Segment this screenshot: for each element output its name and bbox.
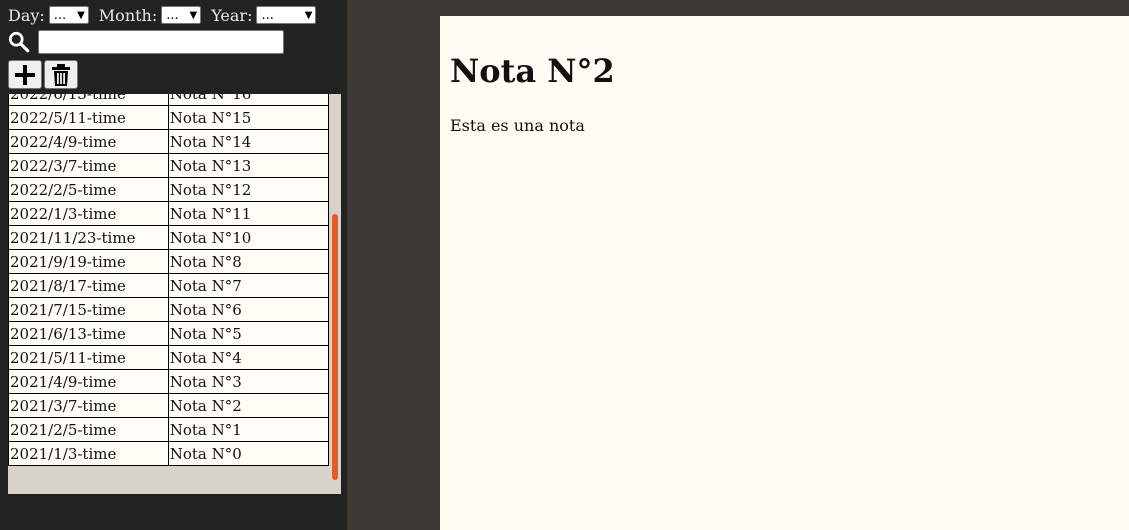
note-title-cell[interactable]: Nota N°8 [167, 249, 330, 274]
note-title-cell[interactable]: Nota N°1 [167, 417, 330, 442]
plus-icon [15, 64, 35, 85]
table-row[interactable]: 2022/1/3-time Nota N°11 [8, 201, 330, 226]
table-row[interactable]: 2021/1/3-time Nota N°0 [8, 441, 330, 466]
table-row[interactable]: 2021/6/13-time Nota N°5 [8, 321, 330, 346]
table-row[interactable]: 2021/3/7-time Nota N°2 [8, 393, 330, 418]
sidebar: Day: ... ▼ Month: ... ▼ Year: ... ▼ 2022… [0, 0, 347, 530]
table-row[interactable]: 2021/7/15-time Nota N°6 [8, 297, 330, 322]
table-row[interactable]: 2021/9/19-time Nota N°8 [8, 249, 330, 274]
delete-note-button[interactable] [44, 60, 78, 89]
year-select[interactable]: ... ▼ [256, 6, 317, 24]
day-label: Day: [8, 5, 45, 25]
note-title-cell[interactable]: Nota N°14 [167, 129, 330, 154]
day-select-value: ... [53, 7, 67, 23]
note-title-cell[interactable]: Nota N°6 [167, 297, 330, 322]
note-date-cell[interactable]: 2022/5/11-time [8, 105, 169, 130]
table-row[interactable]: 2022/5/11-time Nota N°15 [8, 105, 330, 130]
note-title: Nota N°2 [450, 52, 615, 90]
note-date-cell[interactable]: 2022/1/3-time [8, 201, 169, 226]
note-date-cell[interactable]: 2021/8/17-time [8, 273, 169, 298]
scrollbar-thumb[interactable] [332, 214, 338, 480]
year-label: Year: [211, 5, 253, 25]
note-title-cell[interactable]: Nota N°11 [167, 201, 330, 226]
chevron-down-icon: ▼ [189, 9, 198, 21]
month-select-value: ... [166, 7, 179, 23]
note-title-cell[interactable]: Nota N°5 [167, 321, 330, 346]
notes-table: 2022/6/13-timeNota N°162022/5/11-timeNot… [8, 94, 330, 466]
note-title-cell[interactable]: Nota N°16 [167, 94, 330, 106]
table-row[interactable]: 2021/2/5-time Nota N°1 [8, 417, 330, 442]
note-date-cell[interactable]: 2022/4/9-time [8, 129, 169, 154]
table-row[interactable]: 2022/3/7-time Nota N°13 [8, 153, 330, 178]
table-row[interactable]: 2022/4/9-time Nota N°14 [8, 129, 330, 154]
note-date-cell[interactable]: 2022/3/7-time [8, 153, 169, 178]
chevron-down-icon: ▼ [304, 9, 313, 21]
note-date-cell[interactable]: 2021/11/23-time [8, 225, 169, 250]
note-date-cell[interactable]: 2022/6/13-time [8, 94, 169, 106]
chevron-down-icon: ▼ [77, 9, 85, 21]
note-date-cell[interactable]: 2021/4/9-time [8, 369, 169, 394]
note-body: Esta es una nota [450, 116, 585, 135]
date-filters: Day: ... ▼ Month: ... ▼ Year: ... ▼ [8, 4, 326, 26]
note-date-cell[interactable]: 2021/9/19-time [8, 249, 169, 274]
month-select[interactable]: ... ▼ [161, 6, 202, 24]
search-input[interactable] [38, 30, 284, 54]
toolbar [8, 60, 80, 89]
note-date-cell[interactable]: 2021/5/11-time [8, 345, 169, 370]
note-date-cell[interactable]: 2021/1/3-time [8, 441, 169, 466]
note-title-cell[interactable]: Nota N°10 [167, 225, 330, 250]
note-title-cell[interactable]: Nota N°0 [167, 441, 330, 466]
note-title-cell[interactable]: Nota N°4 [167, 345, 330, 370]
note-date-cell[interactable]: 2021/7/15-time [8, 297, 169, 322]
search-bar [8, 30, 284, 54]
note-date-cell[interactable]: 2021/2/5-time [8, 417, 169, 442]
table-row[interactable]: 2021/4/9-time Nota N°3 [8, 369, 330, 394]
month-label: Month: [98, 5, 158, 25]
notes-list[interactable]: 2022/6/13-timeNota N°162022/5/11-timeNot… [8, 94, 341, 494]
table-row[interactable]: 2021/11/23-time Nota N°10 [8, 225, 330, 250]
note-title-cell[interactable]: Nota N°3 [167, 369, 330, 394]
note-date-cell[interactable]: 2021/3/7-time [8, 393, 169, 418]
add-note-button[interactable] [8, 60, 42, 89]
table-row[interactable]: 2021/5/11-time Nota N°4 [8, 345, 330, 370]
note-title-cell[interactable]: Nota N°12 [167, 177, 330, 202]
trash-icon [52, 63, 70, 86]
note-title-cell[interactable]: Nota N°15 [167, 105, 330, 130]
table-row[interactable]: 2022/2/5-time Nota N°12 [8, 177, 330, 202]
note-title-cell[interactable]: Nota N°13 [167, 153, 330, 178]
note-viewer: Nota N°2 Esta es una nota [440, 16, 1129, 530]
note-title-cell[interactable]: Nota N°7 [167, 273, 330, 298]
note-title-cell[interactable]: Nota N°2 [167, 393, 330, 418]
note-date-cell[interactable]: 2022/2/5-time [8, 177, 169, 202]
table-row[interactable]: 2021/8/17-time Nota N°7 [8, 273, 330, 298]
day-select[interactable]: ... ▼ [48, 6, 89, 24]
search-icon[interactable] [8, 31, 30, 53]
note-date-cell[interactable]: 2021/6/13-time [8, 321, 169, 346]
year-select-value: ... [261, 7, 274, 23]
table-row[interactable]: 2022/6/13-timeNota N°16 [8, 94, 330, 106]
